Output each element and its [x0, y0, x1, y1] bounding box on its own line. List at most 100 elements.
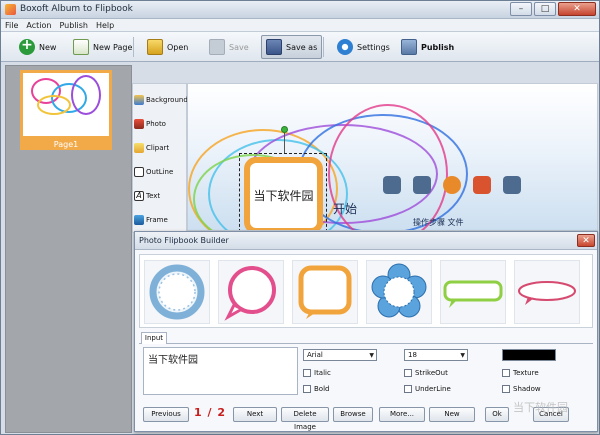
underline-checkbox[interactable]: UnderLine	[404, 385, 451, 393]
save-as-button[interactable]: Save as	[261, 35, 323, 59]
asset-outline[interactable]: OutLine	[133, 163, 188, 181]
underline-label: UnderLine	[415, 385, 451, 393]
page-thumbnail-label: Page1	[53, 140, 79, 149]
toolbar-separator	[323, 37, 324, 57]
menu-publish[interactable]: Publish	[55, 21, 92, 30]
outline-icon	[134, 167, 144, 177]
ok-button[interactable]: Ok	[485, 407, 509, 422]
settings-label: Settings	[357, 42, 390, 52]
maximize-icon[interactable]: □	[534, 2, 556, 16]
asset-clipart-label: Clipart	[146, 144, 170, 152]
page-canvas: 开始 操作步骤 文件 当下软件园	[188, 84, 597, 230]
asset-clipart[interactable]: Clipart	[133, 139, 188, 157]
italic-checkbox[interactable]: Italic	[303, 369, 331, 377]
bold-checkbox[interactable]: Bold	[303, 385, 329, 393]
menu-bar: File Action Publish Help	[1, 19, 599, 31]
new-page-label: New Page	[93, 42, 133, 52]
text-icon: A	[134, 191, 144, 201]
save-icon	[209, 39, 225, 55]
font-size-select[interactable]: 18 ▼	[404, 349, 468, 361]
menu-action[interactable]: Action	[22, 21, 55, 30]
save-button[interactable]: Save	[205, 35, 253, 59]
dialog-close-icon[interactable]: ✕	[577, 234, 595, 247]
menu-help[interactable]: Help	[92, 21, 118, 30]
publish-button[interactable]: Publish	[397, 35, 458, 59]
asset-frame[interactable]: Frame	[133, 211, 188, 229]
shadow-checkbox[interactable]: Shadow	[502, 385, 541, 393]
page-thumbnail-image	[23, 73, 109, 136]
browse-button[interactable]: Browse	[333, 407, 373, 422]
rotate-handle[interactable]	[281, 126, 288, 133]
asset-background[interactable]: Background	[133, 91, 188, 109]
frame-shape-gallery	[139, 254, 593, 328]
shape-oval-pink[interactable]	[514, 260, 580, 324]
new-button[interactable]: New	[15, 35, 60, 59]
app-icon	[5, 4, 16, 15]
checkbox-icon	[303, 385, 311, 393]
text-color-swatch[interactable]	[502, 349, 556, 361]
app-icon-tile	[503, 176, 521, 194]
green-bar-frame-icon	[443, 280, 503, 308]
bubble-frame-icon	[224, 266, 276, 321]
asset-text[interactable]: A Text	[133, 187, 188, 205]
strikeout-label: StrikeOut	[415, 369, 448, 377]
new-label: New	[39, 42, 57, 52]
save-as-label: Save as	[286, 42, 318, 52]
asset-background-label: Background	[146, 96, 188, 104]
new-frame-button[interactable]: New	[429, 407, 475, 422]
thumb-stroke	[71, 75, 101, 115]
texture-checkbox[interactable]: Texture	[502, 369, 539, 377]
next-button[interactable]: Next	[233, 407, 277, 422]
minimize-icon[interactable]: –	[510, 2, 532, 16]
frame-icon	[134, 215, 144, 225]
new-icon	[19, 37, 35, 55]
chevron-down-icon: ▼	[460, 352, 465, 359]
asset-frame-label: Frame	[146, 216, 168, 224]
open-button[interactable]: Open	[143, 35, 192, 59]
chevron-down-icon: ▼	[369, 352, 374, 359]
shape-flower-blue[interactable]	[366, 260, 432, 324]
previous-button[interactable]: Previous	[143, 407, 189, 422]
thumb-stroke	[37, 95, 71, 115]
checkbox-icon	[502, 369, 510, 377]
italic-label: Italic	[314, 369, 331, 377]
app-window: Boxoft Album to Flipbook – □ ✕ File Acti…	[0, 0, 600, 435]
asset-text-label: Text	[146, 192, 161, 200]
checkbox-icon	[303, 369, 311, 377]
delete-image-button[interactable]: Delete Image	[281, 407, 329, 431]
checkbox-icon	[502, 385, 510, 393]
folder-icon	[147, 39, 163, 55]
app-icon-tile	[383, 176, 401, 194]
page-thumbnail[interactable]: Page1	[20, 70, 112, 150]
strikeout-checkbox[interactable]: StrikeOut	[404, 369, 448, 377]
dialog-title-bar: Photo Flipbook Builder ✕	[135, 232, 597, 250]
asset-photo[interactable]: Photo	[133, 115, 188, 133]
menu-file[interactable]: File	[1, 21, 22, 30]
shape-circle-dotted[interactable]	[144, 260, 210, 324]
circle-frame-icon	[149, 264, 205, 320]
clipart-icon	[134, 143, 144, 153]
toolbar-separator	[133, 37, 134, 57]
new-page-icon	[73, 39, 89, 55]
new-page-button[interactable]: New Page	[69, 35, 136, 59]
more-button[interactable]: More...	[379, 407, 425, 422]
shape-rounded-bar-green[interactable]	[440, 260, 506, 324]
watermark: 当下软件园	[513, 401, 568, 414]
text-frame[interactable]: 当下软件园	[244, 157, 323, 230]
background-caption: 操作步骤 文件	[413, 218, 464, 227]
tab-input[interactable]: Input	[141, 332, 167, 344]
font-select[interactable]: Arial ▼	[303, 349, 377, 361]
gear-icon	[337, 39, 353, 55]
shape-rounded-square-orange[interactable]	[292, 260, 358, 324]
editing-canvas[interactable]: 开始 操作步骤 文件 当下软件园	[187, 83, 598, 231]
app-icon-tile	[413, 176, 431, 194]
text-input-field[interactable]: 当下软件园	[143, 347, 298, 395]
shape-speech-bubble-pink[interactable]	[218, 260, 284, 324]
close-icon[interactable]: ✕	[558, 2, 596, 16]
bold-label: Bold	[314, 385, 330, 393]
settings-button[interactable]: Settings	[333, 35, 394, 59]
dialog-title: Photo Flipbook Builder	[139, 236, 229, 245]
page-thumbnail-panel: Page1	[5, 65, 132, 433]
rotate-handle-line	[284, 133, 285, 153]
help-icon	[443, 176, 461, 194]
